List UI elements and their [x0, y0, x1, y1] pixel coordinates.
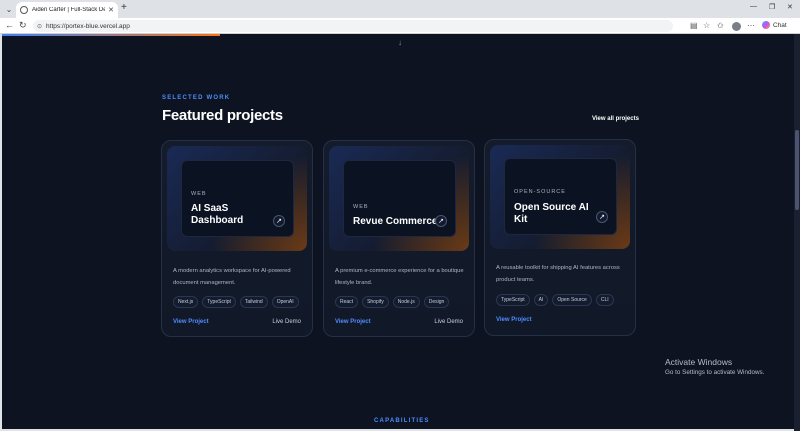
copilot-chat-button[interactable]: Chat	[762, 21, 787, 29]
project-thumbnail-panel: WEB Revue Commerce ↗	[343, 160, 456, 237]
tag: TypeScript	[202, 296, 236, 308]
live-demo-link[interactable]: Live Demo	[434, 319, 463, 325]
tag: React	[335, 296, 359, 308]
tag: Design	[423, 296, 450, 308]
project-description: A modern analytics workspace for AI-powe…	[173, 268, 291, 286]
project-description: A reusable toolkit for shipping AI featu…	[496, 265, 620, 283]
tag: Node.js	[392, 296, 420, 308]
chat-label: Chat	[773, 21, 787, 29]
tag: AI	[533, 294, 549, 306]
new-tab-button[interactable]: +	[121, 2, 127, 13]
project-thumbnail[interactable]: WEB Revue Commerce ↗	[329, 146, 469, 251]
favorite-star-icon[interactable]: ☆	[703, 21, 710, 30]
tab-strip: ⌄ Aiden Carter | Full-Stack Developer ✕ …	[0, 0, 800, 18]
favorites-icon[interactable]: ✩	[717, 21, 724, 30]
scrollbar-thumb[interactable]	[795, 130, 799, 210]
project-card[interactable]: WEB Revue Commerce ↗ A premium e-commerc…	[323, 140, 475, 337]
view-project-link[interactable]: View Project	[335, 319, 371, 325]
section-heading: Featured projects	[162, 107, 283, 124]
activation-title: Activate Windows	[665, 357, 733, 367]
reader-icon[interactable]: ▤	[690, 21, 698, 30]
project-card[interactable]: OPEN-SOURCE Open Source AI Kit ↗ A reusa…	[484, 139, 636, 336]
address-bar[interactable]: ⊙ https://portex-blue.vercel.app	[33, 20, 673, 32]
project-category: WEB	[353, 204, 369, 210]
profile-avatar[interactable]	[732, 22, 741, 31]
tab-title: Aiden Carter | Full-Stack Developer	[32, 7, 106, 13]
project-category: OPEN-SOURCE	[514, 189, 566, 195]
tag: Open Source	[552, 294, 592, 306]
site-info-icon[interactable]: ⊙	[37, 23, 42, 30]
live-demo-link[interactable]: Live Demo	[272, 319, 301, 325]
project-category: WEB	[191, 191, 207, 197]
close-tab-icon[interactable]: ✕	[108, 6, 114, 14]
tag: Shopify	[362, 296, 389, 308]
arrow-up-right-icon[interactable]: ↗	[596, 211, 608, 223]
maximize-icon[interactable]: ❐	[769, 3, 775, 11]
project-card[interactable]: WEB AI SaaS Dashboard ↗ A modern analyti…	[161, 140, 313, 337]
page-scrollbar[interactable]	[794, 34, 800, 431]
scroll-progress-bar	[2, 34, 220, 36]
scroll-down-icon[interactable]: ↓	[398, 38, 402, 47]
project-description: A premium e-commerce experience for a bo…	[335, 268, 464, 286]
project-title: Open Source AI Kit	[514, 202, 589, 225]
close-window-icon[interactable]: ✕	[787, 3, 793, 11]
url-text: https://portex-blue.vercel.app	[46, 22, 130, 30]
tag: OpenAI	[271, 296, 299, 308]
project-title: AI SaaS Dashboard	[191, 203, 244, 226]
view-project-link[interactable]: View Project	[173, 319, 209, 325]
browser-toolbar: ← ↻ ⊙ https://portex-blue.vercel.app ▤ ☆…	[0, 18, 800, 34]
project-tags: TypeScript AI Open Source CLI	[496, 294, 614, 306]
minimize-icon[interactable]: —	[750, 3, 757, 10]
copilot-icon	[762, 21, 770, 29]
tab-search-icon[interactable]: ⌄	[3, 3, 15, 15]
tag: TypeScript	[496, 294, 530, 306]
windows-activation-watermark: Activate Windows Go to Settings to activ…	[665, 357, 764, 376]
project-thumbnail[interactable]: WEB AI SaaS Dashboard ↗	[167, 146, 307, 251]
view-project-link[interactable]: View Project	[496, 317, 532, 323]
refresh-icon[interactable]: ↻	[19, 20, 27, 31]
view-all-projects-link[interactable]: View all projects	[592, 116, 639, 122]
arrow-up-right-icon[interactable]: ↗	[435, 215, 447, 227]
next-section-eyebrow: CAPABILITIES	[374, 418, 430, 424]
project-tags: Next.js TypeScript Tailwind OpenAI	[173, 296, 299, 308]
project-thumbnail-panel: OPEN-SOURCE Open Source AI Kit ↗	[504, 158, 617, 235]
activation-subtitle: Go to Settings to activate Windows.	[665, 369, 765, 376]
tag: Tailwind	[239, 296, 268, 308]
section-eyebrow: SELECTED WORK	[162, 95, 231, 101]
back-icon[interactable]: ←	[5, 20, 14, 30]
project-thumbnail-panel: WEB AI SaaS Dashboard ↗	[181, 160, 294, 237]
browser-tab[interactable]: Aiden Carter | Full-Stack Developer ✕	[16, 2, 118, 18]
more-menu-icon[interactable]: ⋯	[747, 21, 755, 30]
tag: Next.js	[173, 296, 199, 308]
project-thumbnail[interactable]: OPEN-SOURCE Open Source AI Kit ↗	[490, 145, 630, 249]
globe-icon	[20, 6, 28, 14]
project-title: Revue Commerce	[353, 216, 438, 227]
tag: CLI	[595, 294, 614, 306]
arrow-up-right-icon[interactable]: ↗	[273, 215, 285, 227]
project-tags: React Shopify Node.js Design	[335, 296, 450, 308]
